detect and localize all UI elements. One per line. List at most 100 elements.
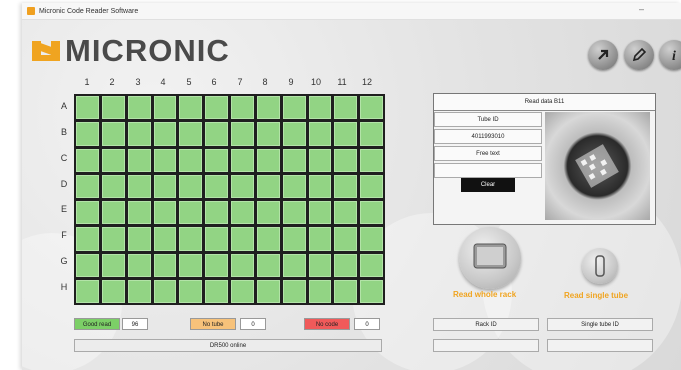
rack-well[interactable]: [360, 253, 383, 277]
rack-well[interactable]: [282, 96, 306, 120]
rack-well[interactable]: [127, 174, 151, 198]
rack-well[interactable]: [127, 122, 151, 146]
rack-well[interactable]: [308, 148, 332, 172]
rack-well[interactable]: [256, 279, 280, 303]
rack-well[interactable]: [334, 148, 358, 172]
read-single-label[interactable]: Read single tube: [564, 291, 628, 300]
rack-well[interactable]: [282, 227, 306, 251]
rack-well[interactable]: [153, 122, 177, 146]
rack-well[interactable]: [179, 253, 203, 277]
rack-well[interactable]: [76, 227, 99, 251]
rack-well[interactable]: [153, 253, 177, 277]
rack-well[interactable]: [308, 253, 332, 277]
rack-well[interactable]: [205, 227, 228, 251]
rack-well[interactable]: [360, 96, 383, 120]
rack-well[interactable]: [205, 148, 228, 172]
rack-well[interactable]: [360, 148, 383, 172]
rack-well[interactable]: [205, 174, 228, 198]
rack-well[interactable]: [360, 279, 383, 303]
rack-well[interactable]: [360, 201, 383, 225]
rack-well[interactable]: [153, 227, 177, 251]
rack-well[interactable]: [334, 201, 358, 225]
rack-well[interactable]: [231, 174, 254, 198]
rack-well[interactable]: [153, 174, 177, 198]
rack-well[interactable]: [101, 148, 125, 172]
rack-well[interactable]: [153, 201, 177, 225]
rack-well[interactable]: [282, 253, 306, 277]
rack-well[interactable]: [205, 122, 228, 146]
rack-well[interactable]: [127, 148, 151, 172]
rack-well[interactable]: [127, 227, 151, 251]
rack-well[interactable]: [360, 174, 383, 198]
edit-button[interactable]: [624, 40, 654, 70]
rack-well[interactable]: [256, 122, 280, 146]
rack-well[interactable]: [256, 201, 280, 225]
rack-well[interactable]: [334, 96, 358, 120]
rack-well[interactable]: [179, 227, 203, 251]
read-single-button[interactable]: [582, 248, 618, 284]
rack-well[interactable]: [127, 201, 151, 225]
rack-well[interactable]: [308, 96, 332, 120]
read-rack-button[interactable]: [459, 227, 521, 289]
rack-well[interactable]: [282, 122, 306, 146]
rack-well[interactable]: [282, 148, 306, 172]
rack-well[interactable]: [334, 122, 358, 146]
minimize-button[interactable]: –: [639, 4, 644, 14]
rack-well[interactable]: [231, 148, 254, 172]
rack-well[interactable]: [76, 96, 99, 120]
rack-well[interactable]: [231, 96, 254, 120]
rack-well[interactable]: [256, 253, 280, 277]
rack-well[interactable]: [205, 253, 228, 277]
rack-well[interactable]: [101, 174, 125, 198]
rack-well[interactable]: [153, 148, 177, 172]
rack-well[interactable]: [127, 96, 151, 120]
rack-well[interactable]: [76, 201, 99, 225]
rack-well[interactable]: [153, 279, 177, 303]
rack-well[interactable]: [153, 96, 177, 120]
rack-well[interactable]: [205, 279, 228, 303]
rack-well[interactable]: [231, 227, 254, 251]
export-button[interactable]: [588, 40, 618, 70]
rack-well[interactable]: [179, 148, 203, 172]
rack-well[interactable]: [205, 201, 228, 225]
rack-well[interactable]: [256, 174, 280, 198]
rack-well[interactable]: [308, 279, 332, 303]
rack-well[interactable]: [127, 253, 151, 277]
rack-well[interactable]: [127, 279, 151, 303]
rack-well[interactable]: [256, 227, 280, 251]
rack-well[interactable]: [231, 122, 254, 146]
rack-well[interactable]: [334, 227, 358, 251]
rack-well[interactable]: [101, 253, 125, 277]
rack-well[interactable]: [231, 201, 254, 225]
rack-well[interactable]: [205, 96, 228, 120]
rack-well[interactable]: [101, 96, 125, 120]
free-text-field[interactable]: [434, 163, 542, 178]
rack-well[interactable]: [282, 279, 306, 303]
rack-well[interactable]: [76, 174, 99, 198]
rack-well[interactable]: [179, 96, 203, 120]
rack-well[interactable]: [334, 253, 358, 277]
rack-well[interactable]: [76, 122, 99, 146]
rack-id-field[interactable]: [433, 339, 539, 352]
rack-well[interactable]: [179, 201, 203, 225]
rack-well[interactable]: [334, 174, 358, 198]
rack-well[interactable]: [308, 174, 332, 198]
rack-well[interactable]: [360, 227, 383, 251]
single-tube-field[interactable]: [547, 339, 653, 352]
rack-well[interactable]: [256, 96, 280, 120]
rack-well[interactable]: [308, 201, 332, 225]
rack-well[interactable]: [256, 148, 280, 172]
info-button[interactable]: i: [659, 40, 681, 70]
rack-well[interactable]: [101, 122, 125, 146]
rack-well[interactable]: [231, 279, 254, 303]
rack-well[interactable]: [334, 279, 358, 303]
rack-well[interactable]: [76, 148, 99, 172]
rack-well[interactable]: [179, 279, 203, 303]
read-rack-label[interactable]: Read whole rack: [453, 290, 516, 299]
rack-well[interactable]: [101, 279, 125, 303]
rack-well[interactable]: [76, 253, 99, 277]
rack-well[interactable]: [282, 201, 306, 225]
rack-well[interactable]: [101, 227, 125, 251]
rack-well[interactable]: [308, 227, 332, 251]
rack-well[interactable]: [282, 174, 306, 198]
